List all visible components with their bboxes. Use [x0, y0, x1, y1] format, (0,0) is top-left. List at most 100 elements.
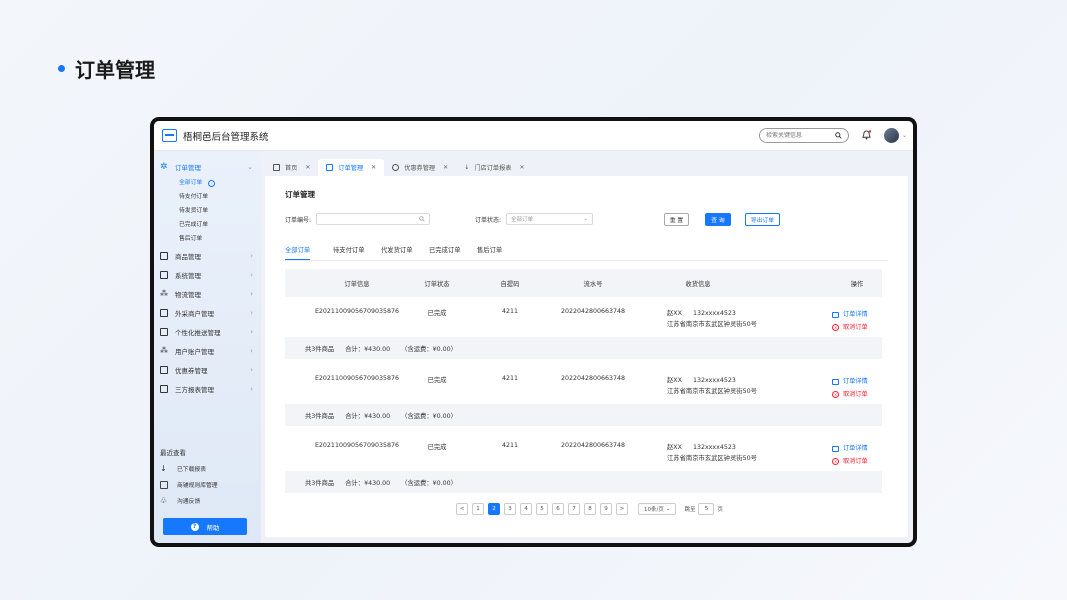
- sidebar-item-label: 系统管理: [175, 271, 201, 280]
- sidebar-sub-pending-pay[interactable]: 待支付订单: [154, 190, 261, 204]
- tab-coupons[interactable]: 优惠券管理 ✕: [384, 159, 456, 176]
- close-icon[interactable]: ✕: [371, 164, 376, 171]
- detail-label: 订单详情: [843, 311, 868, 318]
- sidebar-sub-all-orders[interactable]: 全部订单 ·: [154, 176, 261, 190]
- grid-icon: [160, 251, 168, 260]
- search-icon: [419, 216, 425, 222]
- sidebar-sub-completed[interactable]: 已完成订单: [154, 218, 261, 232]
- status-tab-completed[interactable]: 已完成订单: [429, 245, 477, 261]
- table-row: E20211009056709035876 已完成 4211 202204280…: [285, 297, 882, 359]
- search-box[interactable]: [759, 128, 849, 143]
- order-no-input[interactable]: [316, 213, 431, 225]
- order-total: 合计：¥430.00: [345, 412, 391, 420]
- sidebar: ✲ 订单管理 ⌄ 全部订单 · 待支付订单 待发货订单 已完成订单 售后订单 商…: [154, 151, 261, 543]
- notification-bell-icon[interactable]: [862, 130, 871, 140]
- chevron-down-icon[interactable]: ⌄: [902, 132, 907, 139]
- status-tab-all[interactable]: 全部订单: [285, 245, 333, 261]
- status-tab-pending-ship[interactable]: 代发货订单: [381, 245, 429, 261]
- cancel-label: 取消订单: [843, 391, 868, 398]
- prev-page-button[interactable]: <: [456, 503, 468, 515]
- sidebar-sub-after-sale[interactable]: 售后订单: [154, 232, 261, 246]
- recipient-phone: 132xxxx4523: [692, 444, 736, 451]
- close-icon[interactable]: ✕: [305, 164, 310, 171]
- sidebar-sub-pending-ship[interactable]: 待发货订单: [154, 204, 261, 218]
- status-tab-after-sale[interactable]: 售后订单: [477, 245, 525, 261]
- sidebar-item-logistics[interactable]: ⁂ 物流管理 ›: [154, 284, 261, 303]
- reset-button[interactable]: 重 置: [664, 213, 689, 226]
- sidebar-item-coupons[interactable]: 优惠券管理 ›: [154, 360, 261, 379]
- page-button[interactable]: 7: [568, 503, 580, 515]
- search-icon[interactable]: [835, 132, 842, 139]
- recipient-phone: 132xxxx4523: [692, 377, 736, 384]
- export-button[interactable]: 导出订单: [745, 213, 780, 226]
- tab-home[interactable]: 首页 ✕: [265, 159, 318, 176]
- page-button[interactable]: 5: [536, 503, 548, 515]
- shipping-info: 赵XX 132xxxx4523 江苏省南京市玄武区钟灵街50号: [667, 375, 757, 397]
- page-button[interactable]: 3: [504, 503, 516, 515]
- shipping-info: 赵XX 132xxxx4523 江苏省南京市玄武区钟灵街50号: [667, 442, 757, 464]
- tab-store-report[interactable]: ↓ 门店订单报表 ✕: [456, 159, 532, 176]
- help-button[interactable]: ? 帮助: [163, 518, 247, 535]
- query-button[interactable]: 查 询: [705, 213, 731, 226]
- close-icon[interactable]: ✕: [519, 164, 524, 171]
- chevron-right-icon: ›: [250, 384, 253, 393]
- page-size-select[interactable]: 10条/页 ⌄: [638, 503, 677, 515]
- cancel-order-link[interactable]: × 取消订单: [832, 455, 868, 468]
- cancel-icon: ×: [832, 324, 839, 331]
- page-button[interactable]: 6: [552, 503, 564, 515]
- order-detail-link[interactable]: 订单详情: [832, 442, 868, 455]
- page-button[interactable]: 1: [472, 503, 484, 515]
- next-page-button[interactable]: >: [616, 503, 628, 515]
- sidebar-item-label: 订单管理: [175, 163, 201, 172]
- detail-icon: [832, 445, 839, 452]
- order-status: 已完成: [427, 310, 447, 317]
- search-input[interactable]: [766, 132, 826, 139]
- close-icon[interactable]: ✕: [443, 164, 448, 171]
- order-detail-link[interactable]: 订单详情: [832, 308, 868, 321]
- status-tab-pending-pay[interactable]: 待支付订单: [333, 245, 381, 261]
- help-label: 帮助: [206, 523, 220, 532]
- col-actions: 操作: [850, 281, 864, 288]
- recent-item-label: 商铺规则库管理: [177, 483, 218, 489]
- recent-item-downloads[interactable]: ↓ 已下载报表: [160, 464, 206, 473]
- sidebar-item-accounts[interactable]: ⁂ 用户账户管理 ›: [154, 341, 261, 360]
- cancel-order-link[interactable]: × 取消订单: [832, 388, 868, 401]
- jump-suffix: 页: [717, 507, 723, 513]
- sidebar-sub-label: 待支付订单: [179, 194, 208, 200]
- info-icon: ·: [208, 179, 216, 187]
- page-button[interactable]: 9: [600, 503, 612, 515]
- network-icon: ⁂: [160, 288, 168, 298]
- recent-item-rules[interactable]: 商铺规则库管理: [160, 480, 218, 489]
- sidebar-item-merchants[interactable]: 外采商户管理 ›: [154, 303, 261, 322]
- user-avatar[interactable]: [884, 128, 899, 143]
- sidebar-item-label: 三方报表管理: [175, 385, 214, 394]
- sidebar-sub-label: 待发货订单: [179, 208, 208, 214]
- order-detail-link[interactable]: 订单详情: [832, 375, 868, 388]
- download-icon: ↓: [160, 463, 167, 473]
- tab-orders[interactable]: 订单管理 ✕: [318, 159, 385, 176]
- chevron-right-icon: ›: [250, 327, 253, 336]
- page-button[interactable]: 4: [520, 503, 532, 515]
- table-header: 订单信息 订单状态 自提码 流水号 收货信息 操作: [285, 269, 882, 297]
- cancel-icon: ×: [832, 458, 839, 465]
- eye-icon: [392, 164, 400, 171]
- sidebar-item-reports[interactable]: 三方报表管理 ›: [154, 379, 261, 398]
- filter-label: 订单状态:: [475, 216, 502, 224]
- cancel-order-link[interactable]: × 取消订单: [832, 321, 868, 334]
- pickup-code: 4211: [501, 442, 519, 449]
- cancel-icon: ×: [832, 391, 839, 398]
- status-select[interactable]: 全部订单 ⌄: [506, 213, 594, 225]
- pickup-code: 4211: [501, 308, 519, 315]
- order-total: 合计：¥430.00: [345, 345, 391, 353]
- jump-input[interactable]: 5: [698, 503, 715, 515]
- page-button[interactable]: 8: [584, 503, 596, 515]
- sidebar-item-label: 商品管理: [175, 252, 201, 261]
- page-button-current[interactable]: 2: [488, 503, 500, 515]
- sidebar-item-products[interactable]: 商品管理 ›: [154, 246, 261, 265]
- chevron-right-icon: ›: [250, 346, 253, 355]
- detail-icon: [832, 378, 839, 385]
- recent-item-feedback[interactable]: ♧ 沟通反馈: [160, 496, 200, 505]
- sidebar-item-orders[interactable]: ✲ 订单管理 ⌄: [154, 157, 261, 176]
- sidebar-item-push[interactable]: 个性化推送管理 ›: [154, 322, 261, 341]
- sidebar-item-system[interactable]: 系统管理 ›: [154, 265, 261, 284]
